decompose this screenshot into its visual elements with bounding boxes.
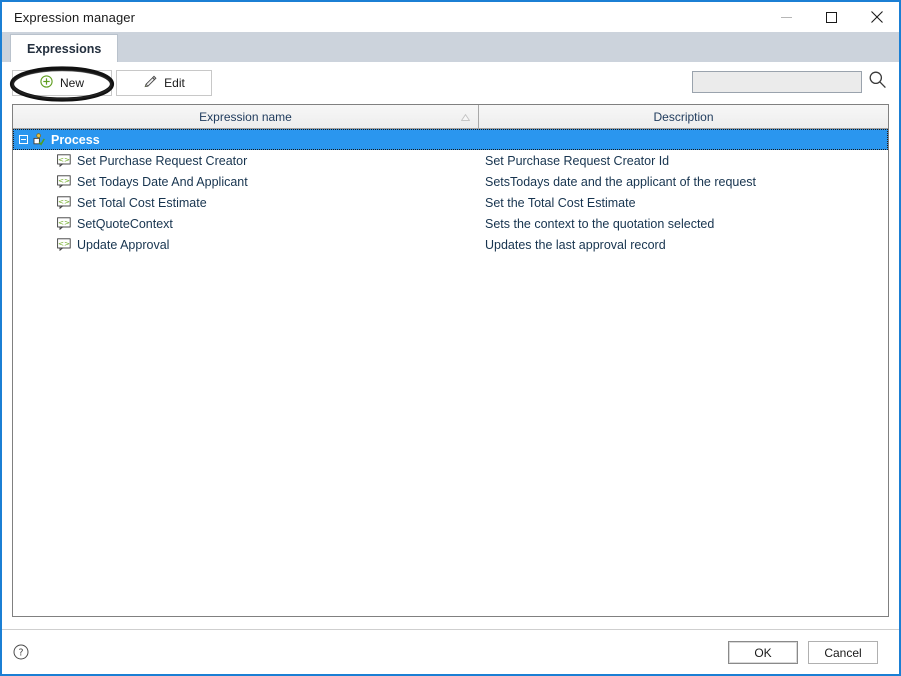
tab-expressions[interactable]: Expressions xyxy=(10,34,119,62)
maximize-button[interactable] xyxy=(809,2,854,32)
group-row-name-cell: Process xyxy=(13,133,479,147)
column-header-description-label: Description xyxy=(653,109,714,124)
expression-bubble-icon: <> xyxy=(57,196,71,210)
window-title: Expression manager xyxy=(14,9,136,25)
row-name-label: Set Total Cost Estimate xyxy=(77,195,207,210)
row-description-label: Set the Total Cost Estimate xyxy=(485,195,636,210)
column-header-expression-name-label: Expression name xyxy=(199,109,292,124)
column-header-expression-name[interactable]: Expression name xyxy=(13,105,479,128)
svg-text:<>: <> xyxy=(58,155,70,164)
table-row[interactable]: <> Set Total Cost Estimate Set the Total… xyxy=(13,192,888,213)
sort-ascending-icon xyxy=(460,110,471,124)
table-row[interactable]: <> Set Purchase Request Creator Set Purc… xyxy=(13,150,888,171)
table-row[interactable]: <> SetQuoteContext Sets the context to t… xyxy=(13,213,888,234)
ok-button-label: OK xyxy=(754,645,772,660)
table-row[interactable]: <> Set Todays Date And Applicant SetsTod… xyxy=(13,171,888,192)
svg-text:<>: <> xyxy=(58,176,70,185)
minus-box-icon[interactable] xyxy=(19,135,28,144)
window-controls xyxy=(764,2,899,32)
edit-button-label: Edit xyxy=(164,76,185,90)
search-area xyxy=(692,70,887,94)
expression-manager-window: Expression manager Expressions New Edit … xyxy=(0,0,901,676)
plus-circle-icon xyxy=(40,75,53,91)
footer-bar: ? OK Cancel xyxy=(2,629,899,674)
grid-header-row: Expression name Description xyxy=(13,105,888,129)
new-button-label: New xyxy=(59,76,84,90)
expression-bubble-icon: <> xyxy=(57,175,71,189)
new-button[interactable]: New xyxy=(12,70,112,96)
expressions-grid: Expression name Description Process <> S… xyxy=(12,104,889,617)
close-button[interactable] xyxy=(854,2,899,32)
column-header-description[interactable]: Description xyxy=(479,105,888,128)
ok-button[interactable]: OK xyxy=(728,641,798,664)
help-circle-icon[interactable]: ? xyxy=(12,643,30,661)
row-name-label: Update Approval xyxy=(77,237,170,252)
tab-strip: Expressions xyxy=(2,32,899,62)
title-bar: Expression manager xyxy=(2,2,899,32)
grid-rows: Process <> Set Purchase Request Creator … xyxy=(13,129,888,616)
row-name-label: Set Purchase Request Creator xyxy=(77,153,248,168)
expression-bubble-icon: <> xyxy=(57,217,71,231)
tab-label: Expressions xyxy=(27,41,102,56)
row-description-label: Set Purchase Request Creator Id xyxy=(485,153,670,168)
row-name-cell: <> Update Approval xyxy=(13,238,479,252)
minimize-button[interactable] xyxy=(764,2,809,32)
pencil-icon xyxy=(143,75,157,92)
row-name-cell: <> Set Purchase Request Creator xyxy=(13,154,479,168)
row-name-cell: <> Set Total Cost Estimate xyxy=(13,196,479,210)
expression-bubble-icon: <> xyxy=(57,238,71,252)
svg-text:<>: <> xyxy=(58,218,70,227)
row-name-label: Set Todays Date And Applicant xyxy=(77,174,248,189)
search-icon[interactable] xyxy=(868,70,887,94)
row-name-label: SetQuoteContext xyxy=(77,216,173,231)
row-description-label: SetsTodays date and the applicant of the… xyxy=(485,174,757,189)
row-name-cell: <> SetQuoteContext xyxy=(13,217,479,231)
table-row[interactable]: <> Update Approval Updates the last appr… xyxy=(13,234,888,255)
search-input[interactable] xyxy=(692,71,862,93)
grid-container: Expression name Description Process <> S… xyxy=(2,104,899,617)
svg-text:?: ? xyxy=(18,648,23,659)
edit-button[interactable]: Edit xyxy=(116,70,212,96)
group-row-label: Process xyxy=(51,132,100,147)
cancel-button[interactable]: Cancel xyxy=(808,641,878,664)
row-description-label: Sets the context to the quotation select… xyxy=(485,216,715,231)
expression-bubble-icon: <> xyxy=(57,154,71,168)
group-row-process[interactable]: Process xyxy=(13,129,888,150)
process-check-icon xyxy=(31,133,45,146)
toolbar: New Edit xyxy=(2,62,899,104)
svg-text:<>: <> xyxy=(58,239,70,248)
cancel-button-label: Cancel xyxy=(824,645,862,660)
svg-text:<>: <> xyxy=(58,197,70,206)
row-name-cell: <> Set Todays Date And Applicant xyxy=(13,175,479,189)
footer-spacer xyxy=(2,617,899,629)
row-description-label: Updates the last approval record xyxy=(485,237,666,252)
